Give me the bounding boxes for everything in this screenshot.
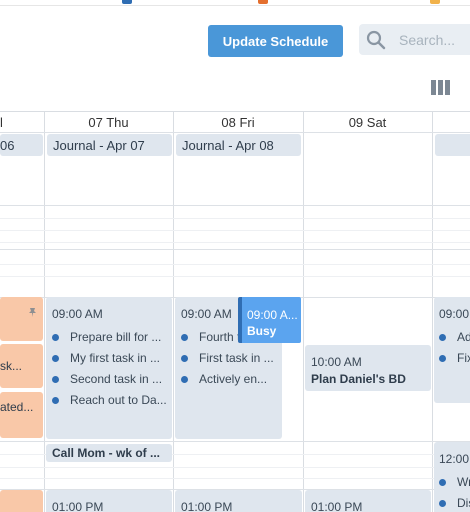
all-day-event-journal-fri[interactable]: Journal - Apr 08: [176, 134, 301, 156]
bullet-icon: [439, 499, 446, 507]
task-label: Fix: [457, 351, 470, 365]
event-time: 01:00 PM: [311, 500, 363, 512]
bullet-icon: [439, 333, 446, 341]
event-time: 09:00 A...: [247, 308, 298, 322]
update-schedule-button[interactable]: Update Schedule: [208, 25, 343, 57]
event-card-busy[interactable]: 09:00 A... Busy: [238, 297, 301, 343]
event-title: sk...: [0, 359, 23, 373]
task-label: Wr: [457, 475, 470, 489]
event-card-partial-right[interactable]: 12:00 Wr Dis: [434, 442, 470, 512]
pin-icon[interactable]: [27, 307, 38, 318]
event-card-partial[interactable]: [0, 297, 43, 341]
day-header-sat[interactable]: 09 Sat: [303, 112, 432, 132]
bookmark-icon: [122, 0, 132, 4]
event-title: ated...: [0, 400, 34, 414]
task-label: Second task in ...: [70, 372, 163, 386]
search-box[interactable]: Search...: [359, 24, 470, 55]
task-item[interactable]: Prepare bill for ...: [52, 329, 161, 345]
task-label: Reach out to Da...: [70, 393, 167, 407]
event-title: Busy: [247, 324, 277, 338]
event-card-partial[interactable]: sk...: [0, 344, 43, 388]
bullet-icon: [181, 333, 188, 341]
day-header-thu[interactable]: 07 Thu: [44, 112, 173, 132]
task-item[interactable]: Fix: [439, 350, 470, 366]
search-input[interactable]: Search...: [399, 32, 455, 48]
task-item[interactable]: Reach out to Da...: [52, 392, 167, 408]
event-time: 09:00: [439, 307, 470, 321]
top-bookmark-strip: [0, 0, 470, 6]
bookmark-icon: [430, 0, 440, 4]
event-title: Call Mom - wk of ...: [52, 446, 161, 460]
bullet-icon: [181, 375, 188, 383]
event-card-call-mom[interactable]: Call Mom - wk of ...: [46, 444, 172, 462]
task-item[interactable]: Wr: [439, 474, 470, 490]
task-item[interactable]: Dis: [439, 495, 470, 511]
task-label: My first task in ...: [70, 351, 161, 365]
bullet-icon: [52, 354, 59, 362]
event-card-partial[interactable]: ated...: [0, 392, 43, 438]
bullet-icon: [52, 375, 59, 383]
task-label: Fourth t: [199, 330, 241, 344]
task-item[interactable]: Actively en...: [181, 371, 267, 387]
event-card-fri-1pm[interactable]: 01:00 PM: [175, 490, 302, 512]
task-label: Ad: [457, 330, 470, 344]
event-time: 09:00 AM: [181, 307, 232, 321]
event-card-partial-right[interactable]: 09:00 Ad Fix: [434, 297, 470, 403]
week-grid: l 07 Thu 08 Fri 09 Sat 06 Journal - Apr …: [0, 111, 470, 512]
all-day-event-partial-right[interactable]: [435, 134, 470, 156]
task-item[interactable]: First task in ...: [181, 350, 274, 366]
bookmark-icon: [258, 0, 268, 4]
task-label: First task in ...: [199, 351, 274, 365]
task-label: Prepare bill for ...: [70, 330, 162, 344]
bullet-icon: [181, 354, 188, 362]
bullet-icon: [52, 396, 59, 404]
column-view-icon[interactable]: [431, 80, 451, 95]
search-icon: [366, 30, 386, 49]
event-card-sat-1pm[interactable]: 01:00 PM: [305, 490, 431, 512]
task-item[interactable]: My first task in ...: [52, 350, 160, 366]
task-label: Dis: [457, 496, 470, 510]
task-label: Actively en...: [199, 372, 268, 386]
day-header-fri[interactable]: 08 Fri: [173, 112, 303, 132]
event-card-thu-1pm[interactable]: 01:00 PM: [46, 490, 172, 512]
event-card-partial[interactable]: [0, 490, 43, 512]
event-time: 10:00 AM: [311, 355, 362, 369]
event-title: Plan Daniel's BD: [311, 372, 406, 386]
task-item[interactable]: Second task in ...: [52, 371, 162, 387]
task-item[interactable]: Ad: [439, 329, 470, 345]
event-time: 12:00: [439, 452, 470, 466]
bullet-icon: [439, 478, 446, 486]
event-time: 09:00 AM: [52, 307, 103, 321]
event-card-plan-bd[interactable]: 10:00 AM Plan Daniel's BD: [305, 345, 431, 391]
event-card-thu-morning[interactable]: 09:00 AM Prepare bill for ... My first t…: [46, 297, 172, 439]
task-item[interactable]: Fourth t: [181, 329, 240, 345]
all-day-event-partial[interactable]: 06: [0, 134, 43, 156]
bullet-icon: [52, 333, 59, 341]
all-day-event-journal-thu[interactable]: Journal - Apr 07: [47, 134, 172, 156]
day-header-partial: l: [0, 114, 3, 130]
event-time: 01:00 PM: [181, 500, 233, 512]
bullet-icon: [439, 354, 446, 362]
event-time: 01:00 PM: [52, 500, 104, 512]
